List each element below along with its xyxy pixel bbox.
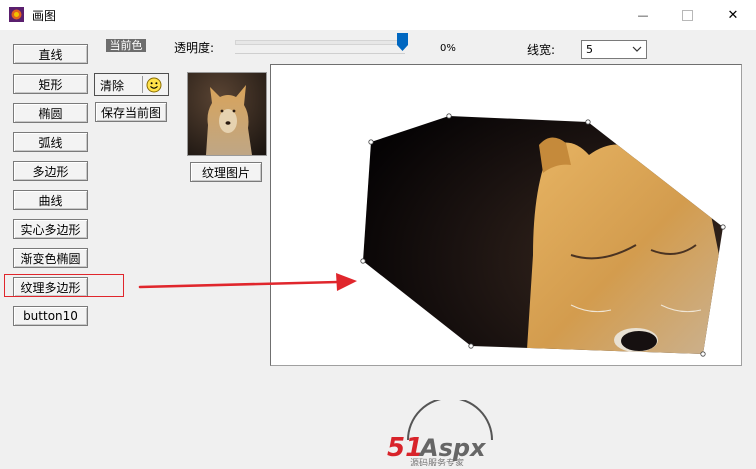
opacity-slider-track[interactable] <box>235 40 407 45</box>
smiley-icon <box>142 76 165 93</box>
fox-thumbnail-image <box>188 73 266 155</box>
button10[interactable]: button10 <box>13 306 88 326</box>
arc-tool-button[interactable]: 弧线 <box>13 132 88 152</box>
minimize-button[interactable]: — <box>620 0 666 30</box>
clear-label: 清除 <box>100 79 125 93</box>
linewidth-select[interactable]: 5 <box>581 40 647 59</box>
close-icon: ✕ <box>727 7 739 23</box>
window-title: 画图 <box>32 9 57 23</box>
solid-polygon-tool-button[interactable]: 实心多边形 <box>13 219 88 239</box>
maximize-button[interactable] <box>664 0 710 30</box>
clear-button[interactable]: 清除 <box>94 73 169 96</box>
chevron-down-icon <box>632 42 642 59</box>
minimize-icon: — <box>637 8 649 22</box>
opacity-slider-thumb[interactable] <box>397 33 408 51</box>
opacity-label: 透明度: <box>174 41 215 55</box>
texture-polygon-drawing <box>360 113 726 357</box>
ellipse-tool-button[interactable]: 椭圆 <box>13 103 88 123</box>
app-icon <box>9 7 24 22</box>
linewidth-label: 线宽: <box>527 43 556 57</box>
line-tool-button[interactable]: 直线 <box>13 44 88 64</box>
current-color-swatch[interactable]: 当前色 <box>106 39 146 52</box>
svg-text:源码服务专家: 源码服务专家 <box>410 457 464 466</box>
close-button[interactable]: ✕ <box>710 0 756 30</box>
red-arrow-icon <box>138 273 357 291</box>
texture-thumbnail <box>187 72 267 156</box>
selected-tool-highlight <box>4 274 124 297</box>
opacity-slider-ticks <box>235 53 405 56</box>
save-current-image-button[interactable]: 保存当前图 <box>95 102 167 122</box>
texture-image-button[interactable]: 纹理图片 <box>190 162 262 182</box>
curve-tool-button[interactable]: 曲线 <box>13 190 88 210</box>
drawing-canvas[interactable] <box>270 64 742 366</box>
opacity-value: 0% <box>440 43 456 54</box>
rectangle-tool-button[interactable]: 矩形 <box>13 74 88 94</box>
linewidth-value: 5 <box>586 43 593 56</box>
polygon-tool-button[interactable]: 多边形 <box>13 161 88 181</box>
51aspx-logo: 51 Aspx 源码服务专家 <box>380 397 520 469</box>
svg-text:Aspx: Aspx <box>418 434 487 462</box>
maximize-icon <box>681 9 693 21</box>
gradient-ellipse-tool-button[interactable]: 渐变色椭圆 <box>13 248 88 268</box>
